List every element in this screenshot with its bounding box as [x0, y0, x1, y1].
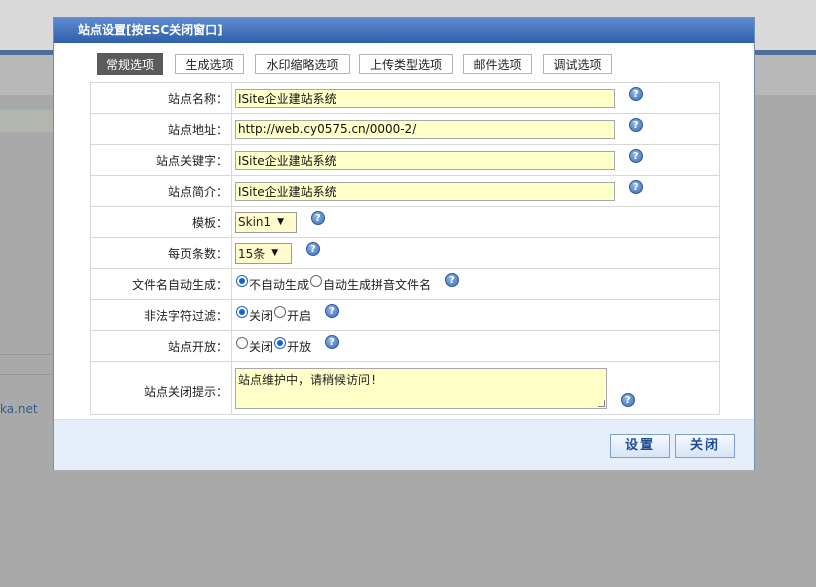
tab-watermark[interactable]: 水印缩略选项: [255, 54, 350, 74]
site-intro-input[interactable]: [235, 181, 615, 201]
background-row: [0, 110, 55, 132]
site-name-label: 站点名称：: [90, 82, 232, 114]
illegal-filter-label: 非法字符过滤：: [90, 299, 232, 331]
row-site-name: 站点名称： ?: [90, 82, 720, 114]
help-icon[interactable]: ?: [628, 118, 643, 132]
radio-label: 关闭: [249, 339, 274, 354]
help-icon[interactable]: ?: [628, 180, 643, 194]
row-site-intro: 站点简介： ?: [90, 175, 720, 207]
site-open-label: 站点开放：: [90, 330, 232, 362]
tab-debug[interactable]: 调试选项: [543, 54, 612, 74]
chevron-down-icon: ▼: [277, 217, 285, 227]
help-icon[interactable]: ?: [305, 242, 320, 256]
settings-form: 站点名称： ? 站点地址： ? 站点关键字： ? 站点简介： ?: [90, 82, 720, 415]
template-select-value: Skin1: [238, 215, 272, 229]
tab-mail[interactable]: 邮件选项: [463, 54, 532, 74]
help-icon[interactable]: ?: [324, 335, 339, 349]
background-divider: [0, 106, 55, 107]
row-template: 模板： Skin1 ▼ ?: [90, 206, 720, 238]
row-close-notice: 站点关闭提示： 站点维护中，请稍候访问! ?: [90, 361, 720, 415]
radio-label: 不自动生成: [249, 277, 310, 292]
row-illegal-filter: 非法字符过滤： 关闭 开启 ?: [90, 299, 720, 331]
site-url-label: 站点地址：: [90, 113, 232, 145]
help-icon[interactable]: ?: [444, 273, 459, 287]
tab-generate[interactable]: 生成选项: [175, 54, 244, 74]
site-keywords-input[interactable]: [235, 150, 615, 170]
tab-upload-types[interactable]: 上传类型选项: [359, 54, 453, 74]
help-icon[interactable]: ?: [620, 393, 635, 407]
radio-site-closed[interactable]: [236, 337, 248, 349]
background-link: ka.net: [0, 402, 38, 416]
row-site-keywords: 站点关键字： ?: [90, 144, 720, 176]
radio-label: 开启: [287, 308, 312, 323]
radio-no-auto-filename[interactable]: [236, 275, 248, 287]
help-icon[interactable]: ?: [310, 211, 325, 225]
close-notice-label: 站点关闭提示：: [90, 361, 232, 415]
dialog-title: 站点设置[按ESC关闭窗口]: [54, 18, 754, 43]
dialog-footer: 设置 关闭: [54, 419, 754, 470]
site-keywords-label: 站点关键字：: [90, 144, 232, 176]
radio-filter-on[interactable]: [274, 306, 287, 318]
radio-label: 开放: [287, 339, 312, 354]
radio-pinyin-filename[interactable]: [310, 275, 323, 287]
radio-label: 自动生成拼音文件名: [323, 277, 432, 292]
filename-auto-label: 文件名自动生成：: [90, 268, 232, 300]
page-size-select[interactable]: 15条 ▼: [235, 242, 292, 264]
row-site-open: 站点开放： 关闭 开放 ?: [90, 330, 720, 362]
chevron-down-icon: ▼: [271, 248, 279, 258]
row-page-size: 每页条数： 15条 ▼ ?: [90, 237, 720, 269]
page-size-select-value: 15条: [238, 246, 266, 261]
site-intro-label: 站点简介：: [90, 175, 232, 207]
background-divider: [0, 374, 55, 375]
site-settings-dialog: 站点设置[按ESC关闭窗口] 常规选项 生成选项 水印缩略选项 上传类型选项 邮…: [53, 17, 755, 470]
row-filename-auto: 文件名自动生成： 不自动生成 自动生成拼音文件名 ?: [90, 268, 720, 300]
help-icon[interactable]: ?: [324, 304, 339, 318]
template-select[interactable]: Skin1 ▼: [235, 211, 297, 233]
save-settings-button[interactable]: 设置: [610, 434, 670, 458]
page-size-label: 每页条数：: [90, 237, 232, 269]
help-icon[interactable]: ?: [628, 87, 643, 101]
site-url-input[interactable]: [235, 119, 615, 139]
radio-site-open[interactable]: [274, 337, 287, 349]
resize-grip-icon[interactable]: [598, 399, 605, 407]
close-notice-textarea[interactable]: 站点维护中，请稍候访问!: [235, 367, 607, 409]
tab-general[interactable]: 常规选项: [97, 53, 163, 75]
close-button[interactable]: 关闭: [675, 434, 735, 458]
template-label: 模板：: [90, 206, 232, 238]
close-notice-text: 站点维护中，请稍候访问!: [238, 372, 378, 387]
help-icon[interactable]: ?: [628, 149, 643, 163]
row-site-url: 站点地址： ?: [90, 113, 720, 145]
background-divider: [0, 354, 55, 355]
radio-filter-off[interactable]: [236, 306, 248, 318]
site-name-input[interactable]: [235, 88, 615, 108]
radio-label: 关闭: [249, 308, 274, 323]
